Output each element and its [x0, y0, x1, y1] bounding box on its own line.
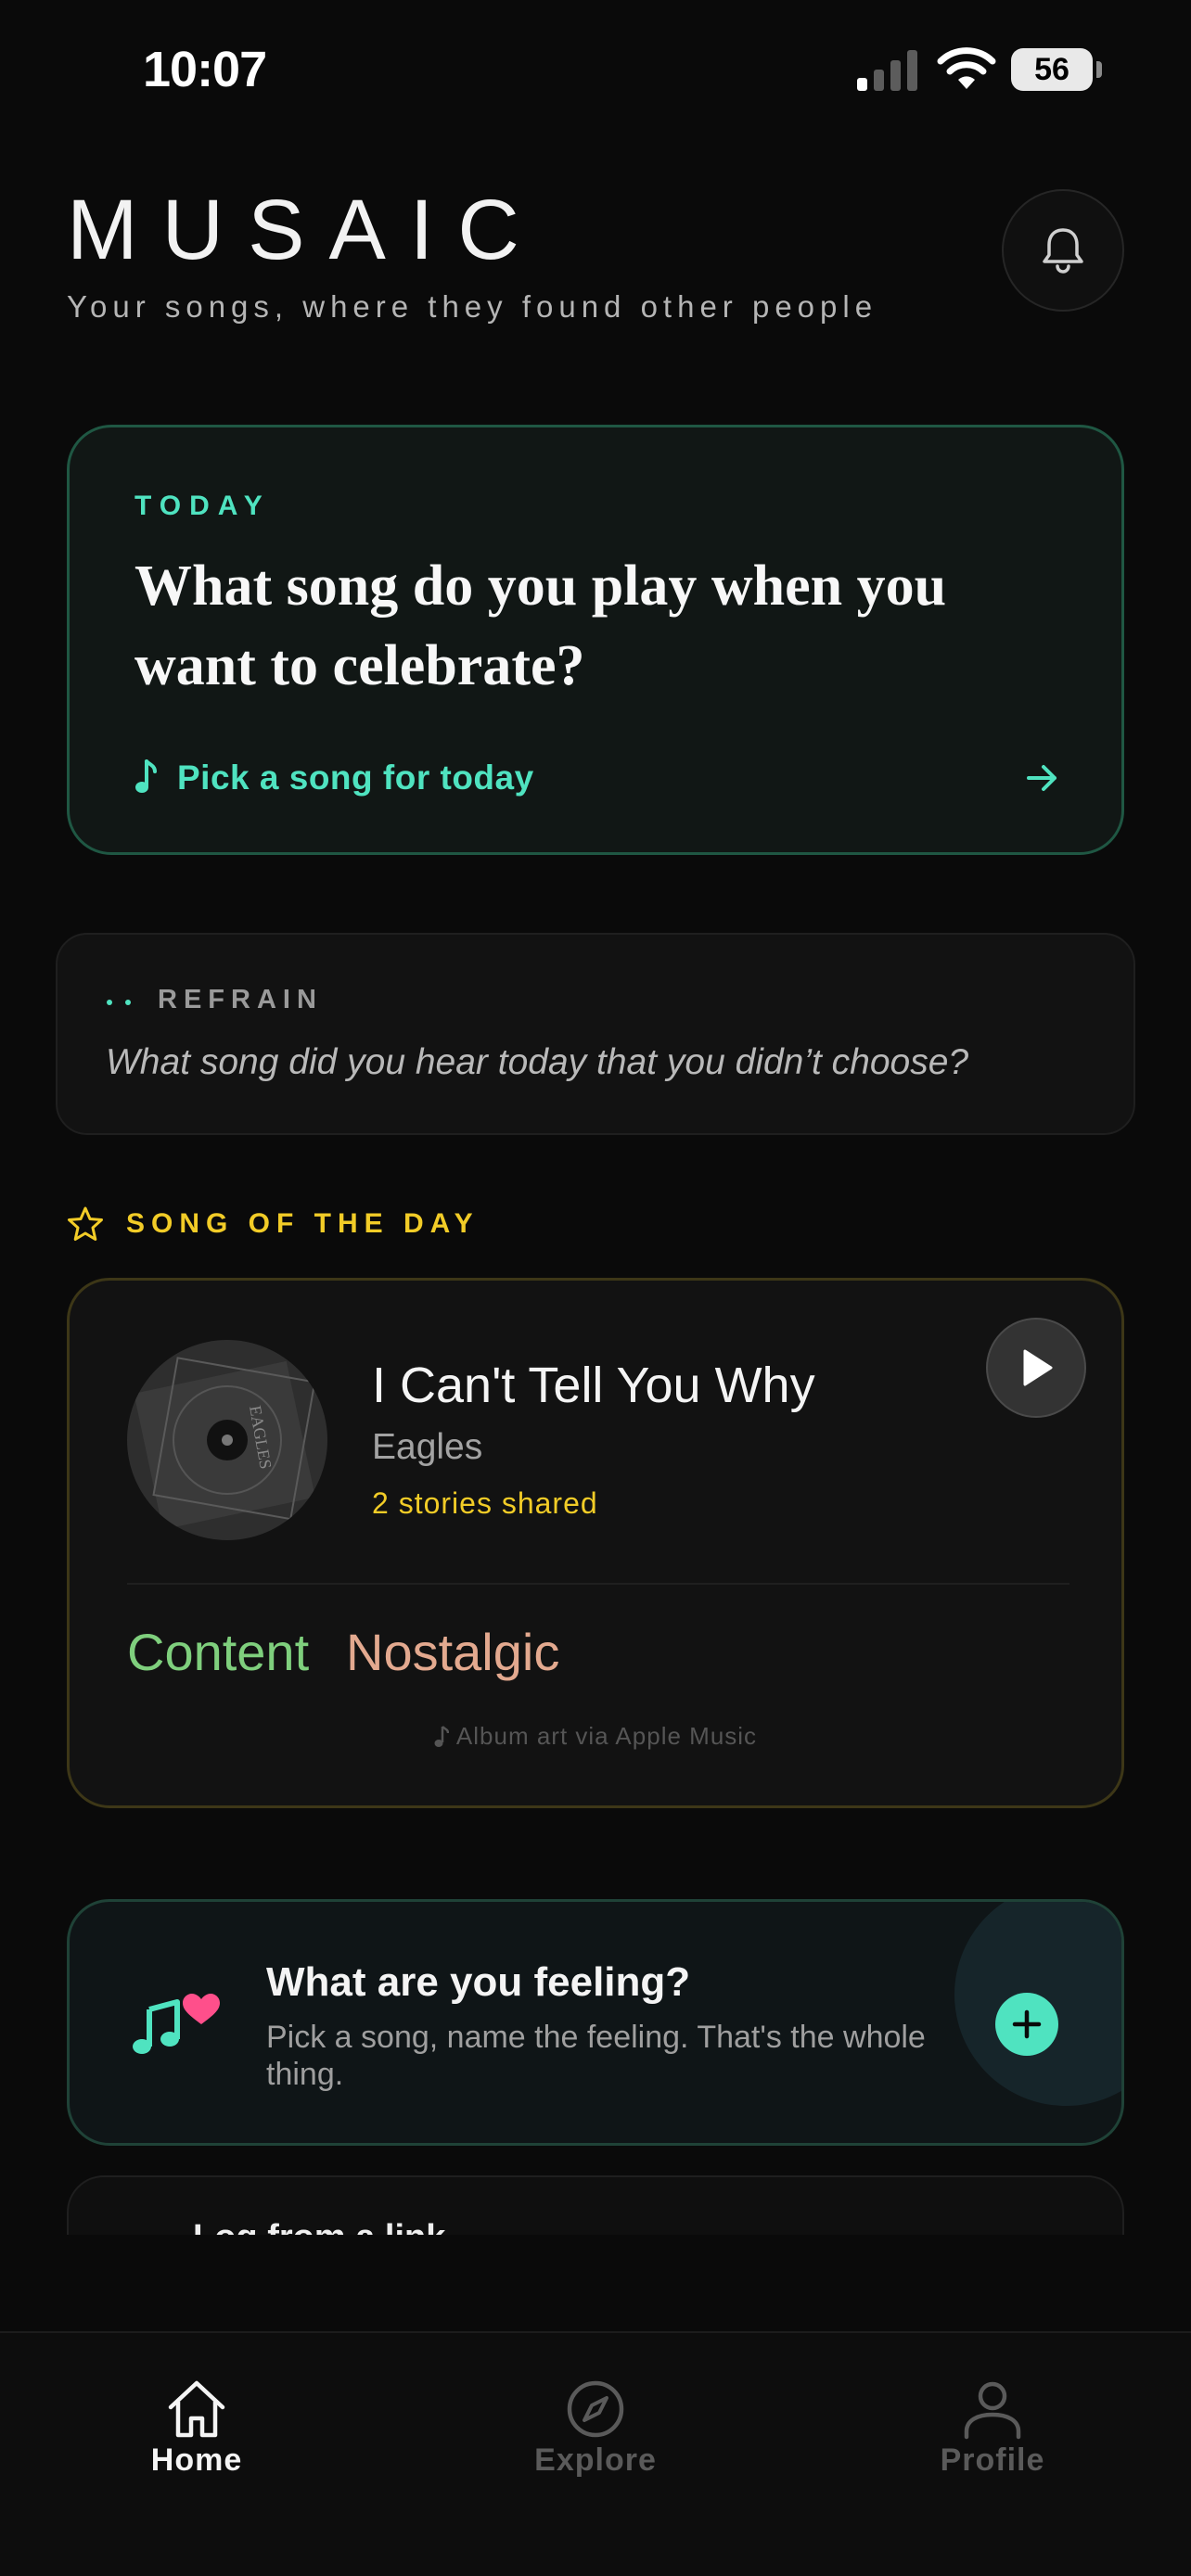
- bell-icon: [1043, 228, 1083, 274]
- music-heart-icon: [133, 1994, 220, 2054]
- today-question: What song do you play when you want to c…: [134, 555, 947, 697]
- refrain-prompt: What song did you hear today that you di…: [106, 1042, 969, 1082]
- song-artist: Eagles: [372, 1427, 483, 1467]
- mood-tag-content: Content: [127, 1623, 310, 1681]
- tab-explore[interactable]: Explore: [484, 2378, 707, 2489]
- album-art: EAGLES: [127, 1340, 327, 1540]
- log-from-link-title: Log from a link: [193, 2218, 445, 2235]
- pick-song-today-button[interactable]: Pick a song for today: [134, 750, 1062, 806]
- app-title: MUSAIC: [67, 183, 544, 277]
- today-prompt-card[interactable]: TODAY What song do you play when you wan…: [67, 425, 1124, 855]
- tab-profile-label: Profile: [940, 2442, 1045, 2478]
- song-of-the-day-header: SONG OF THE DAY: [67, 1202, 480, 1246]
- stories-count[interactable]: 2 stories shared: [372, 1486, 598, 1521]
- tab-explore-label: Explore: [534, 2442, 657, 2478]
- mood-tag-nostalgic: Nostalgic: [346, 1623, 560, 1681]
- add-feeling-button[interactable]: [995, 1993, 1058, 2056]
- app-tagline: Your songs, where they found other peopl…: [67, 289, 878, 324]
- feeling-subtitle: Pick a song, name the feeling. That's th…: [266, 2020, 926, 2092]
- tab-profile[interactable]: Profile: [881, 2378, 1104, 2489]
- album-art-attribution: Album art via Apple Music: [70, 1722, 1121, 1751]
- arrow-right-icon: [1027, 765, 1057, 791]
- battery-level: 56: [1011, 48, 1093, 91]
- song-title: I Can't Tell You Why: [372, 1358, 815, 1413]
- home-icon: [168, 2380, 225, 2438]
- status-time: 10:07: [143, 42, 267, 97]
- tab-bar: Home Explore Profile: [0, 2331, 1191, 2576]
- battery-icon: 56: [1011, 48, 1102, 91]
- wifi-icon: [937, 47, 996, 89]
- refrain-label: REFRAIN: [158, 985, 323, 1014]
- plus-icon: [1012, 2009, 1042, 2039]
- tab-home[interactable]: Home: [85, 2378, 308, 2489]
- play-icon: [1023, 1349, 1053, 1386]
- tab-home-label: Home: [150, 2442, 243, 2478]
- person-icon: [964, 2381, 1021, 2440]
- play-button[interactable]: [986, 1318, 1086, 1418]
- pick-song-today-label: Pick a song for today: [177, 759, 534, 797]
- notifications-button[interactable]: [1002, 189, 1124, 312]
- today-label: TODAY: [134, 491, 271, 521]
- dots-icon: [107, 1000, 131, 1005]
- song-of-the-day-label: SONG OF THE DAY: [126, 1208, 480, 1239]
- star-icon: [68, 1206, 103, 1241]
- feeling-title: What are you feeling?: [266, 1959, 691, 2005]
- compass-icon: [567, 2380, 624, 2438]
- refrain-card[interactable]: REFRAIN What song did you hear today tha…: [56, 933, 1135, 1135]
- cellular-signal-icon: [857, 50, 917, 91]
- attribution-text: Album art via Apple Music: [455, 1722, 758, 1750]
- log-from-link-card[interactable]: Log from a link: [67, 2175, 1124, 2235]
- music-note-icon: [434, 1725, 449, 1747]
- log-feeling-card[interactable]: What are you feeling? Pick a song, name …: [67, 1899, 1124, 2146]
- log-from-link-card-viewport: Log from a link: [67, 2175, 1124, 2235]
- song-of-the-day-card[interactable]: EAGLES I Can't Tell You Why Eagles 2 sto…: [67, 1278, 1124, 1808]
- music-note-icon: [135, 759, 157, 793]
